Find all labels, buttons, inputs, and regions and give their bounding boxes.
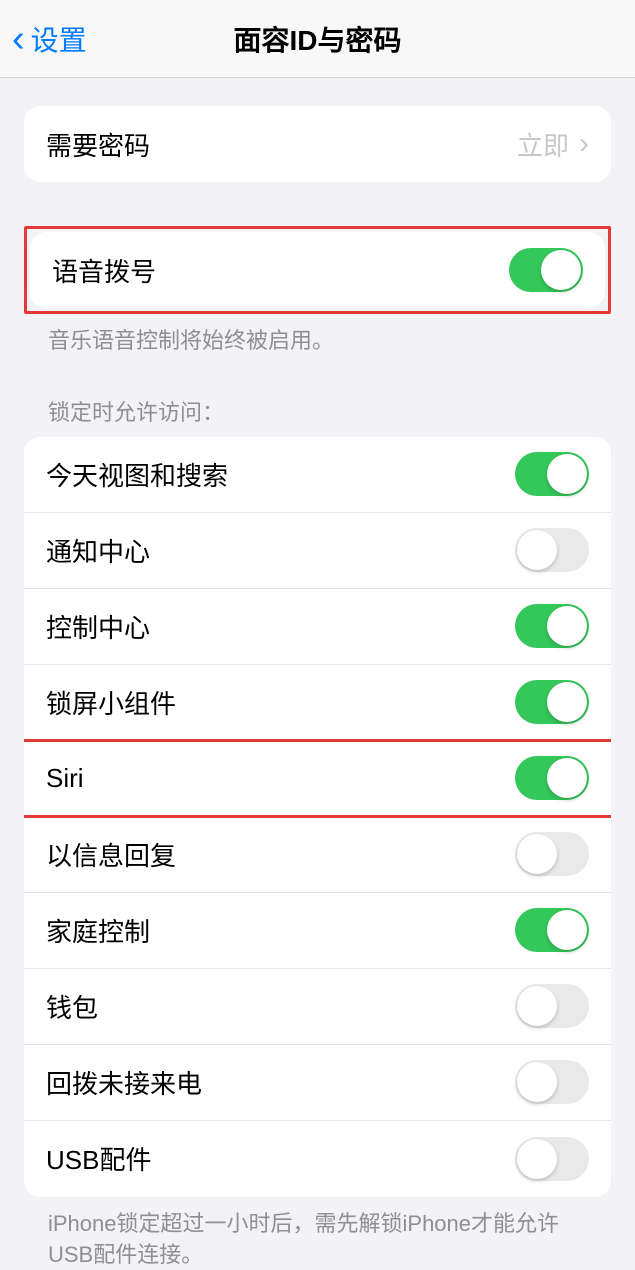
lock-access-item-label: Siri bbox=[46, 763, 84, 794]
require-passcode-value: 立即 › bbox=[517, 126, 589, 163]
lock-access-toggle[interactable] bbox=[515, 1137, 589, 1181]
lock-access-row: 通知中心 bbox=[24, 513, 611, 589]
lock-access-item-label: 锁屏小组件 bbox=[46, 684, 176, 721]
lock-access-item-label: 以信息回复 bbox=[46, 836, 176, 873]
lock-access-toggle[interactable] bbox=[515, 680, 589, 724]
lock-access-item-label: USB配件 bbox=[46, 1140, 151, 1177]
chevron-left-icon: ‹ bbox=[12, 20, 25, 58]
lock-access-row: 家庭控制 bbox=[24, 893, 611, 969]
voice-dial-footer: 音乐语音控制将始终被启用。 bbox=[24, 314, 611, 357]
lock-access-item-label: 控制中心 bbox=[46, 608, 150, 645]
lock-access-row: 控制中心 bbox=[24, 589, 611, 665]
lock-access-row: Siri bbox=[24, 741, 611, 817]
voice-dial-label: 语音拨号 bbox=[52, 252, 156, 289]
lock-access-item-label: 回拨未接来电 bbox=[46, 1064, 202, 1101]
back-button[interactable]: ‹ 设置 bbox=[0, 19, 87, 59]
lock-access-toggle[interactable] bbox=[515, 832, 589, 876]
lock-access-toggle[interactable] bbox=[515, 1060, 589, 1104]
toggle-knob bbox=[517, 1139, 557, 1179]
require-passcode-group: 需要密码 立即 › bbox=[24, 106, 611, 182]
require-passcode-value-text: 立即 bbox=[517, 126, 569, 163]
lock-access-row: 回拨未接来电 bbox=[24, 1045, 611, 1121]
voice-dial-group: 语音拨号 bbox=[30, 232, 605, 308]
voice-dial-highlight: 语音拨号 bbox=[24, 226, 611, 314]
lock-access-item-label: 通知中心 bbox=[46, 532, 150, 569]
voice-dial-row: 语音拨号 bbox=[30, 232, 605, 308]
lock-access-item-label: 钱包 bbox=[46, 988, 98, 1025]
lock-access-footer: iPhone锁定超过一小时后，需先解锁iPhone才能允许USB配件连接。 bbox=[24, 1197, 611, 1270]
chevron-right-icon: › bbox=[579, 127, 589, 161]
toggle-knob bbox=[547, 910, 587, 950]
require-passcode-label: 需要密码 bbox=[46, 126, 150, 163]
lock-access-toggle[interactable] bbox=[515, 604, 589, 648]
lock-access-row: 今天视图和搜索 bbox=[24, 437, 611, 513]
toggle-knob bbox=[547, 606, 587, 646]
toggle-knob bbox=[517, 1062, 557, 1102]
toggle-knob bbox=[541, 250, 581, 290]
toggle-knob bbox=[517, 986, 557, 1026]
lock-access-toggle[interactable] bbox=[515, 528, 589, 572]
lock-access-row: 以信息回复 bbox=[24, 817, 611, 893]
lock-access-item-label: 家庭控制 bbox=[46, 912, 150, 949]
lock-access-group: 今天视图和搜索通知中心控制中心锁屏小组件 Siri 以信息回复家庭控制钱包回拨未接来… bbox=[24, 437, 611, 1197]
lock-access-row: 钱包 bbox=[24, 969, 611, 1045]
toggle-knob bbox=[517, 530, 557, 570]
lock-access-toggle[interactable] bbox=[515, 908, 589, 952]
lock-access-item-label: 今天视图和搜索 bbox=[46, 456, 228, 493]
toggle-knob bbox=[547, 454, 587, 494]
back-label: 设置 bbox=[31, 19, 87, 59]
voice-dial-toggle[interactable] bbox=[509, 248, 583, 292]
lock-access-row: 锁屏小组件 bbox=[24, 665, 611, 741]
page-title: 面容ID与密码 bbox=[233, 19, 401, 59]
lock-access-toggle[interactable] bbox=[515, 984, 589, 1028]
toggle-knob bbox=[547, 682, 587, 722]
lock-access-row: USB配件 bbox=[24, 1121, 611, 1197]
toggle-knob bbox=[547, 758, 587, 798]
require-passcode-row[interactable]: 需要密码 立即 › bbox=[24, 106, 611, 182]
lock-access-toggle[interactable] bbox=[515, 756, 589, 800]
navigation-bar: ‹ 设置 面容ID与密码 bbox=[0, 0, 635, 78]
toggle-knob bbox=[517, 834, 557, 874]
lock-access-toggle[interactable] bbox=[515, 452, 589, 496]
lock-access-header: 锁定时允许访问： bbox=[24, 395, 611, 437]
